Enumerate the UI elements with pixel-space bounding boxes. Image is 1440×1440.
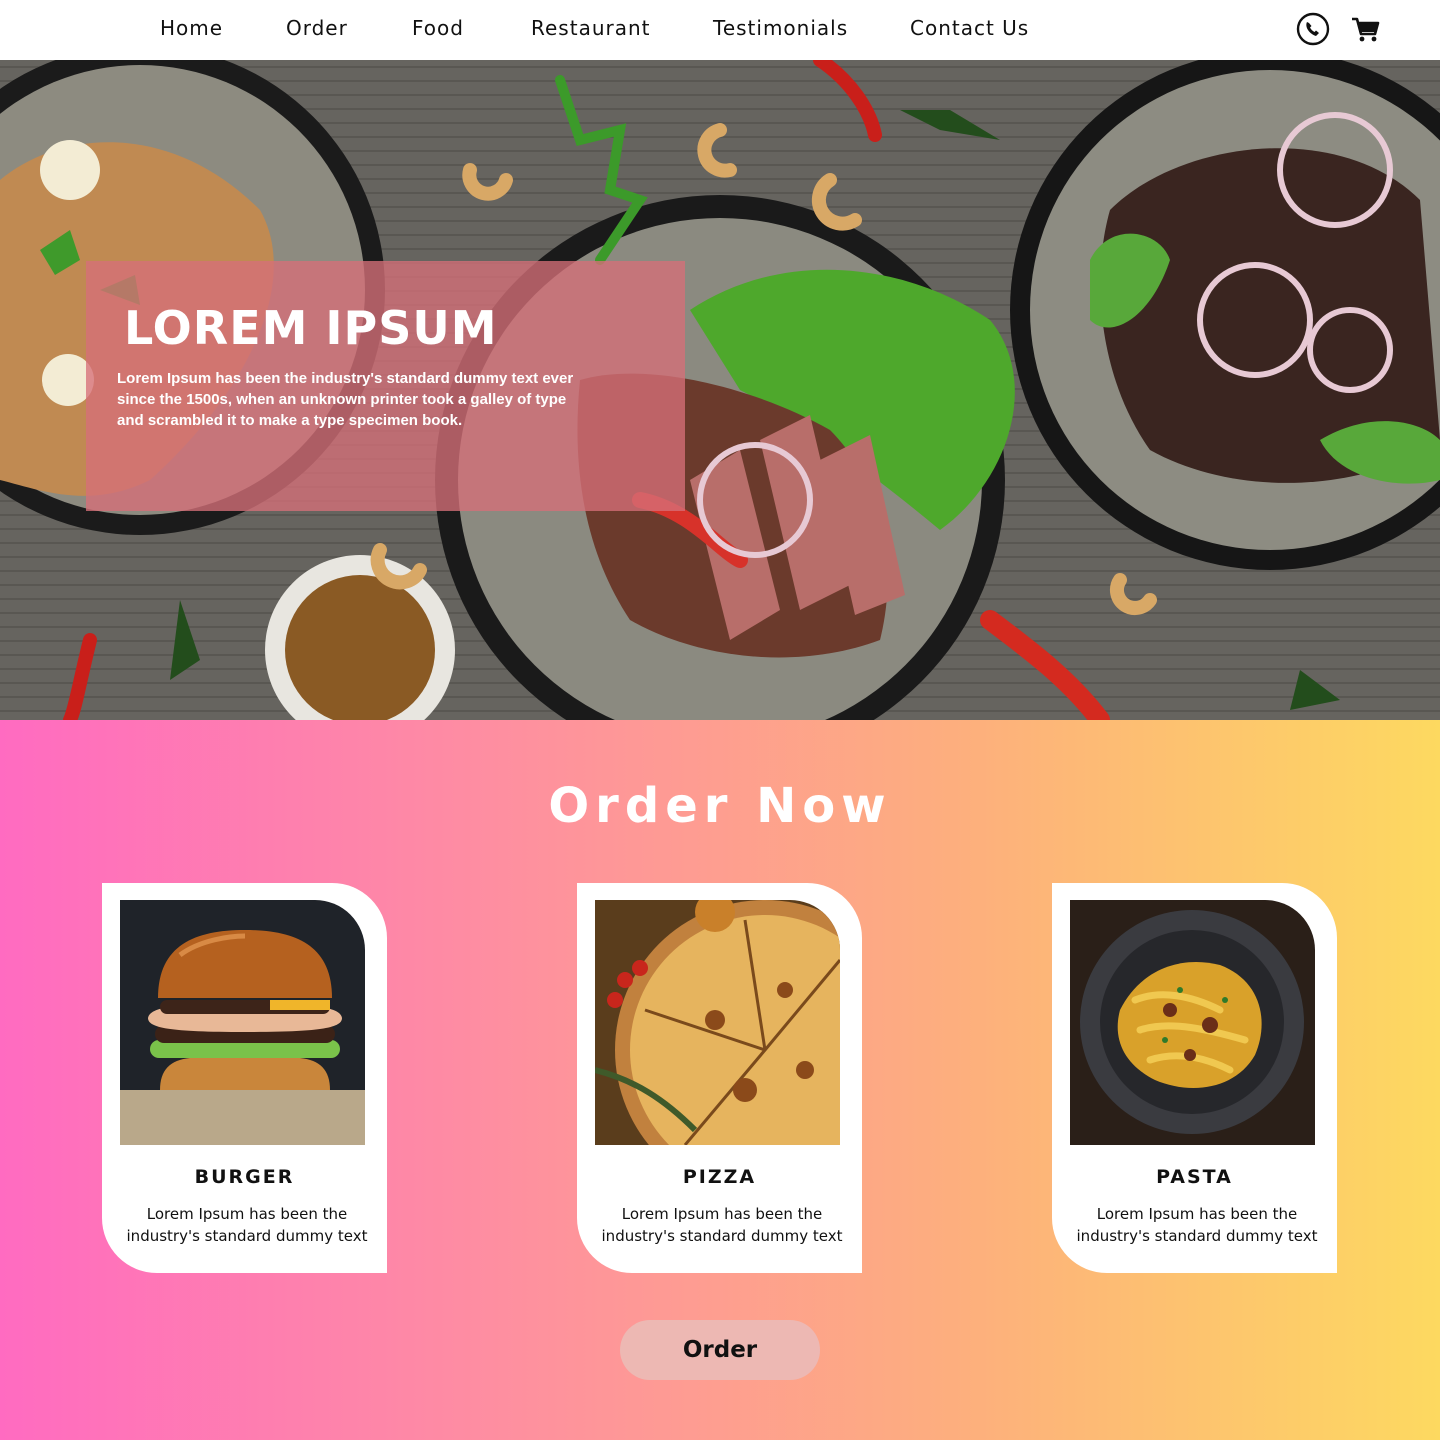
nav-food[interactable]: Food <box>412 16 464 40</box>
nav-order[interactable]: Order <box>286 16 348 40</box>
hero-title: LOREM IPSUM <box>124 301 498 355</box>
nav-restaurant[interactable]: Restaurant <box>531 16 651 40</box>
food-card-pasta[interactable]: PASTA Lorem Ipsum has been the industry'… <box>1052 883 1337 1273</box>
card-title-pizza: PIZZA <box>682 1166 757 1188</box>
card-title-pasta: PASTA <box>1156 1166 1233 1188</box>
nav-home[interactable]: Home <box>160 16 223 40</box>
nav-contact-us[interactable]: Contact Us <box>910 16 1029 40</box>
hero-description: Lorem Ipsum has been the industry's stan… <box>117 370 574 429</box>
card-text-burger: Lorem Ipsum has been the industry's stan… <box>126 1205 368 1245</box>
hero-overlay-box: LOREM IPSUM Lorem Ipsum has been the ind… <box>86 261 685 511</box>
order-section-title: Order Now <box>548 778 892 834</box>
cart-icon[interactable] <box>1348 12 1382 46</box>
pasta-photo <box>1070 900 1315 1145</box>
hero-banner: LOREM IPSUM Lorem Ipsum has been the ind… <box>0 60 1440 720</box>
card-title-burger: BURGER <box>194 1166 295 1188</box>
card-text-pasta: Lorem Ipsum has been the industry's stan… <box>1076 1205 1318 1245</box>
top-nav: Home Order Food Restaurant Testimonials … <box>0 0 1440 60</box>
order-section: Order Now BURGER Lorem Ipsum has been th… <box>0 720 1440 1440</box>
burger-photo <box>120 900 365 1145</box>
food-card-burger[interactable]: BURGER Lorem Ipsum has been the industry… <box>102 883 387 1273</box>
nav-testimonials[interactable]: Testimonials <box>713 16 848 40</box>
pizza-photo <box>595 900 840 1145</box>
order-button[interactable]: Order <box>620 1320 820 1380</box>
food-card-pizza[interactable]: PIZZA Lorem Ipsum has been the industry'… <box>577 883 862 1273</box>
phone-icon[interactable] <box>1296 12 1330 46</box>
card-text-pizza: Lorem Ipsum has been the industry's stan… <box>601 1205 843 1245</box>
